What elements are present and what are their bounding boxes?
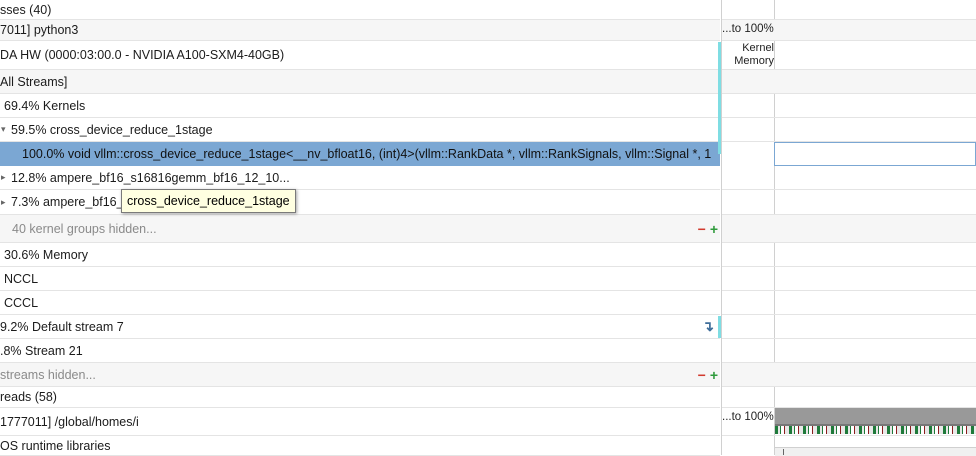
tree-row-label-container: 1777011] /global/homes/i xyxy=(0,408,720,435)
timeline-row xyxy=(722,315,976,339)
tree-row[interactable]: CCCL xyxy=(0,291,720,315)
selected-timeline-row[interactable] xyxy=(774,142,976,166)
tree-row-label-container: 69.4% Kernels xyxy=(4,94,720,117)
tree-row[interactable]: 9.2% Default stream 7 ↴ xyxy=(0,315,720,339)
show-more-button[interactable]: + xyxy=(710,367,718,383)
tree-row-label: 69.4% Kernels xyxy=(4,98,86,113)
scroll-tick xyxy=(783,449,784,455)
thread-activity-stripe xyxy=(775,426,976,434)
tree-row-label-container: 30.6% Memory xyxy=(4,243,720,266)
timeline-row: ...to 100% xyxy=(722,20,976,41)
expanded-triangle-icon[interactable]: ▾ xyxy=(1,124,11,135)
hide-more-button[interactable]: − xyxy=(698,221,706,237)
threads-scale-label: ...to 100% xyxy=(722,411,774,423)
timeline-row xyxy=(722,243,976,267)
tooltip-text: cross_device_reduce_1stage xyxy=(127,194,290,208)
row-controls: − + xyxy=(698,363,718,386)
tree-row-label-container: 7011] python3 xyxy=(0,20,720,40)
tree-row[interactable]: 40 kernel groups hidden... − + xyxy=(0,215,720,243)
timeline-row xyxy=(722,387,976,408)
tree-row-label-container: 9.2% Default stream 7 xyxy=(0,315,690,338)
tree-row-label: 30.6% Memory xyxy=(4,247,89,262)
tree-row-label-container: ▸ 7.3% ampere_bf16_ xyxy=(1,190,720,214)
kernel-tooltip: cross_device_reduce_1stage xyxy=(121,189,296,213)
collapsed-triangle-icon[interactable]: ▸ xyxy=(1,197,11,208)
tree-row-label: 100.0% void vllm::cross_device_reduce_1s… xyxy=(22,146,712,161)
timeline-row xyxy=(722,70,976,94)
tree-row-selected[interactable]: 100.0% void vllm::cross_device_reduce_1s… xyxy=(0,142,720,166)
tree-row-label-container: ▾ 59.5% cross_device_reduce_1stage xyxy=(1,118,720,141)
show-more-button[interactable]: + xyxy=(710,221,718,237)
process-scale-label: ...to 100% xyxy=(722,23,774,35)
tree-row-label: OS runtime libraries xyxy=(0,438,111,453)
tree-row-label: 7.3% ampere_bf16_ xyxy=(11,195,124,209)
tree-row-label-container: NCCL xyxy=(4,267,720,290)
tree-row-label: 1777011] /global/homes/i xyxy=(0,414,139,429)
threads-cpu-usage-timeline[interactable] xyxy=(775,408,976,434)
timeline-row xyxy=(722,118,976,142)
timeline-row xyxy=(722,291,976,315)
tree-row-label: 12.8% ampere_bf16_s16816gemm_bf16_12_10.… xyxy=(11,170,290,185)
timeline-row xyxy=(722,190,976,215)
timeline-row xyxy=(722,0,976,20)
timeline-row xyxy=(722,339,976,363)
tree-row-label: streams hidden... xyxy=(0,367,96,382)
stream-link-icon[interactable]: ↴ xyxy=(702,318,714,335)
tree-row[interactable]: DA HW (0000:03:00.0 - NVIDIA A100-SXM4-4… xyxy=(0,41,720,70)
row-controls: ↴ xyxy=(702,315,714,338)
tree-row[interactable]: NCCL xyxy=(0,267,720,291)
tree-row-label-container: CCCL xyxy=(4,291,720,314)
timeline-row xyxy=(722,94,976,118)
tree-row[interactable]: 1777011] /global/homes/i xyxy=(0,408,720,436)
tree-row-label-container: All Streams] xyxy=(0,70,720,93)
tree-row[interactable]: 7011] python3 xyxy=(0,20,720,41)
tree-row-label: .8% Stream 21 xyxy=(0,343,83,358)
timeline-row xyxy=(722,363,976,387)
hide-more-button[interactable]: − xyxy=(698,367,706,383)
tree-row-label: 59.5% cross_device_reduce_1stage xyxy=(11,122,213,137)
timeline-tree-panel: sses (40) 7011] python3 DA HW (0000:03:00.… xyxy=(0,0,720,456)
tree-row-label-container: DA HW (0000:03:00.0 - NVIDIA A100-SXM4-4… xyxy=(0,41,720,69)
tree-row[interactable]: ▸ 7.3% ampere_bf16_ xyxy=(0,190,720,215)
timeline-row: Kernel Memory xyxy=(722,41,976,70)
tree-row-label-container: streams hidden... xyxy=(0,363,690,386)
tree-row-label: CCCL xyxy=(4,295,39,310)
timeline-row xyxy=(722,215,976,243)
tree-row-label: 9.2% Default stream 7 xyxy=(0,319,124,334)
tree-row-label: All Streams] xyxy=(0,74,68,89)
tree-row-label: NCCL xyxy=(4,271,39,286)
tree-row[interactable]: ▾ 59.5% cross_device_reduce_1stage xyxy=(0,118,720,142)
tree-row-label-container: reads (58) xyxy=(0,387,720,407)
timeline-row xyxy=(722,166,976,190)
kernel-memory-label: Kernel Memory xyxy=(734,42,774,67)
tree-row-label-container: ▸ 12.8% ampere_bf16_s16816gemm_bf16_12_10… xyxy=(1,166,720,189)
tree-row[interactable]: sses (40) xyxy=(0,0,720,20)
tree-row-label-container: .8% Stream 21 xyxy=(0,339,720,362)
tree-row[interactable]: OS runtime libraries xyxy=(0,436,720,456)
tree-row[interactable]: 30.6% Memory xyxy=(0,243,720,267)
tree-row-label-container: 100.0% void vllm::cross_device_reduce_1s… xyxy=(22,142,720,165)
tree-row[interactable]: reads (58) xyxy=(0,387,720,408)
tree-row-label: 7011] python3 xyxy=(0,23,79,37)
tree-row-label-container: OS runtime libraries xyxy=(0,436,720,455)
collapsed-triangle-icon[interactable]: ▸ xyxy=(1,172,11,183)
timeline-columns: ...to 100% Kernel Memory ...to 100% xyxy=(722,0,976,455)
tree-row[interactable]: 69.4% Kernels xyxy=(0,94,720,118)
row-controls: − + xyxy=(698,215,718,242)
tree-row[interactable]: streams hidden... − + xyxy=(0,363,720,387)
tree-row-label: sses (40) xyxy=(0,2,52,17)
tree-row[interactable]: ▸ 12.8% ampere_bf16_s16816gemm_bf16_12_10… xyxy=(0,166,720,190)
timeline-row xyxy=(722,267,976,291)
tree-row-label-container: 40 kernel groups hidden... xyxy=(12,215,690,242)
tree-row[interactable]: .8% Stream 21 xyxy=(0,339,720,363)
tree-row-label: DA HW (0000:03:00.0 - NVIDIA A100-SXM4-4… xyxy=(0,48,285,62)
tree-row-label: 40 kernel groups hidden... xyxy=(12,221,157,236)
tree-row-label-container: sses (40) xyxy=(0,0,720,19)
tree-row[interactable]: All Streams] xyxy=(0,70,720,94)
tree-row-label: reads (58) xyxy=(0,390,57,404)
